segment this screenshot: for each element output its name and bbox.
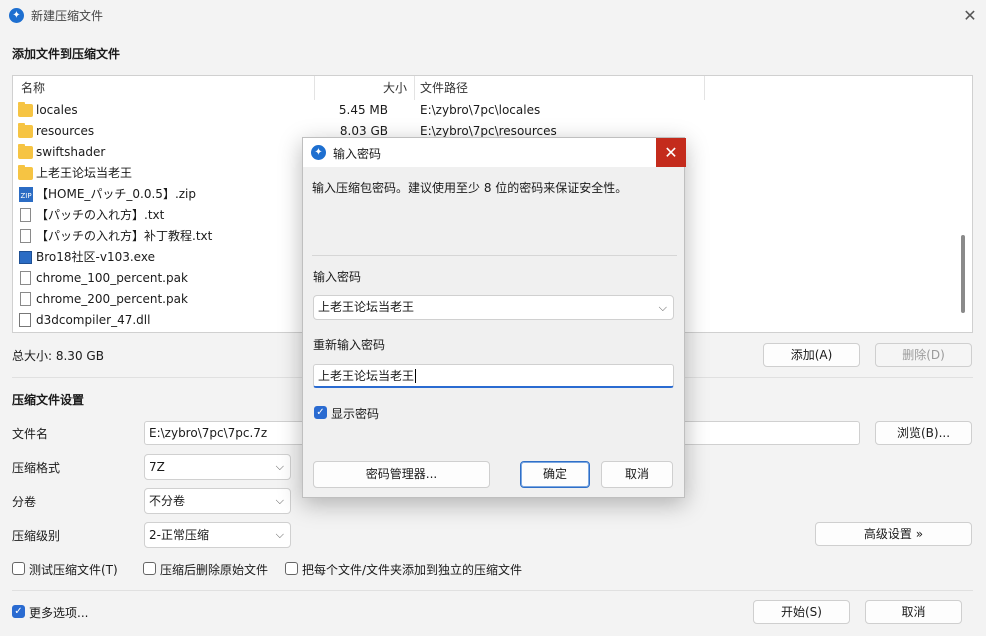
level-select[interactable]: 2-正常压缩 ⌵ bbox=[144, 522, 291, 548]
divider bbox=[12, 590, 973, 591]
separate-archives-checkbox[interactable] bbox=[285, 562, 298, 575]
dialog-close-button[interactable]: ✕ bbox=[656, 138, 686, 167]
folder-icon bbox=[18, 102, 33, 117]
file-name: locales bbox=[36, 103, 78, 117]
cancel-button[interactable]: 取消 bbox=[865, 600, 962, 624]
exe-icon bbox=[19, 251, 32, 264]
format-value: 7Z bbox=[149, 460, 165, 474]
dialog-cancel-button[interactable]: 取消 bbox=[601, 461, 673, 488]
format-label: 压缩格式 bbox=[12, 461, 61, 475]
file-name: 【HOME_パッチ_0.0.5】.zip bbox=[36, 187, 197, 201]
text-cursor bbox=[415, 369, 417, 383]
file-name: Bro18社区-v103.exe bbox=[36, 250, 155, 264]
add-button[interactable]: 添加(A) bbox=[763, 343, 860, 367]
folder-icon bbox=[18, 165, 33, 180]
file-path: E:\zybro\7pc\locales bbox=[420, 103, 541, 117]
chevron-down-icon: ⌵ bbox=[275, 494, 284, 507]
start-button[interactable]: 开始(S) bbox=[753, 600, 850, 624]
zip-icon: ZIP bbox=[19, 187, 33, 202]
show-password-label: 显示密码 bbox=[331, 407, 380, 421]
app-icon: ✦ bbox=[311, 145, 326, 160]
file-name: chrome_200_percent.pak bbox=[36, 292, 188, 306]
window-title: 新建压缩文件 bbox=[31, 9, 104, 23]
chevron-down-icon: ⌵ bbox=[658, 301, 667, 314]
advanced-settings-button[interactable]: 高级设置 » bbox=[815, 522, 972, 546]
chevron-down-icon: ⌵ bbox=[275, 460, 284, 473]
volume-label: 分卷 bbox=[12, 495, 37, 509]
folder-icon bbox=[18, 144, 33, 159]
file-name: resources bbox=[36, 124, 95, 138]
chevron-down-icon: ⌵ bbox=[275, 528, 284, 541]
reenter-password-input[interactable]: 上老王论坛当老王 bbox=[313, 364, 674, 388]
file-name: chrome_100_percent.pak bbox=[36, 271, 188, 285]
dialog-titlebar: ✦ 输入密码 ✕ bbox=[303, 138, 686, 167]
password-manager-button[interactable]: 密码管理器... bbox=[313, 461, 490, 488]
file-icon bbox=[20, 271, 31, 285]
settings-section-label: 压缩文件设置 bbox=[12, 393, 85, 407]
text-file-icon bbox=[20, 229, 31, 243]
dialog-hint: 输入压缩包密码。建议使用至少 8 位的密码来保证安全性。 bbox=[312, 181, 628, 195]
test-archive-checkbox[interactable] bbox=[12, 562, 25, 575]
format-select[interactable]: 7Z ⌵ bbox=[144, 454, 291, 480]
test-archive-label: 测试压缩文件(T) bbox=[29, 563, 118, 577]
window-titlebar: ✦ 新建压缩文件 ✕ bbox=[0, 0, 986, 32]
password-dialog: ✦ 输入密码 ✕ 输入压缩包密码。建议使用至少 8 位的密码来保证安全性。 输入… bbox=[302, 137, 686, 498]
delete-after-checkbox[interactable] bbox=[143, 562, 156, 575]
browse-button[interactable]: 浏览(B)... bbox=[875, 421, 972, 445]
file-icon bbox=[20, 292, 31, 306]
ok-button[interactable]: 确定 bbox=[520, 461, 590, 488]
password-label: 输入密码 bbox=[313, 270, 362, 284]
password-value: 上老王论坛当老王 bbox=[318, 300, 415, 314]
column-separator bbox=[314, 76, 315, 100]
file-name: 【パッチの入れ方】.txt bbox=[36, 208, 165, 222]
table-row[interactable]: locales 5.45 MB E:\zybro\7pc\locales bbox=[13, 100, 953, 121]
window-close-button[interactable]: ✕ bbox=[958, 4, 982, 28]
reenter-password-label: 重新输入密码 bbox=[313, 338, 386, 352]
app-icon: ✦ bbox=[9, 8, 24, 23]
column-header-name[interactable]: 名称 bbox=[21, 76, 45, 100]
delete-button[interactable]: 删除(D) bbox=[875, 343, 972, 367]
file-name: swiftshader bbox=[36, 145, 106, 159]
text-file-icon bbox=[20, 208, 31, 222]
reenter-password-value: 上老王论坛当老王 bbox=[318, 369, 415, 383]
file-name: d3dcompiler_47.dll bbox=[36, 313, 151, 327]
file-name: 上老王论坛当老王 bbox=[36, 166, 133, 180]
scrollbar-thumb[interactable] bbox=[961, 235, 965, 313]
level-value: 2-正常压缩 bbox=[149, 528, 209, 542]
column-header-path[interactable]: 文件路径 bbox=[420, 76, 468, 100]
file-size: 5.45 MB bbox=[338, 103, 388, 117]
column-separator bbox=[414, 76, 415, 100]
more-options-label: 更多选项... bbox=[29, 606, 89, 620]
show-password-checkbox[interactable]: ✓ bbox=[314, 406, 327, 419]
dll-icon bbox=[19, 313, 31, 327]
total-size: 总大小: 8.30 GB bbox=[12, 349, 104, 363]
folder-icon bbox=[18, 123, 33, 138]
level-label: 压缩级别 bbox=[12, 529, 61, 543]
dialog-title: 输入密码 bbox=[333, 147, 382, 161]
separate-archives-label: 把每个文件/文件夹添加到独立的压缩文件 bbox=[302, 563, 523, 577]
column-separator bbox=[704, 76, 705, 100]
volume-value: 不分卷 bbox=[149, 494, 186, 508]
volume-select[interactable]: 不分卷 ⌵ bbox=[144, 488, 291, 514]
column-header-size[interactable]: 大小 bbox=[383, 76, 407, 100]
files-section-label: 添加文件到压缩文件 bbox=[12, 47, 121, 61]
file-name: 【パッチの入れ方】补丁教程.txt bbox=[36, 229, 213, 243]
filename-label: 文件名 bbox=[12, 427, 49, 441]
divider bbox=[312, 255, 677, 256]
more-options-checkbox[interactable]: ✓ bbox=[12, 605, 25, 618]
delete-after-label: 压缩后删除原始文件 bbox=[160, 563, 269, 577]
password-input[interactable]: 上老王论坛当老王 ⌵ bbox=[313, 295, 674, 320]
